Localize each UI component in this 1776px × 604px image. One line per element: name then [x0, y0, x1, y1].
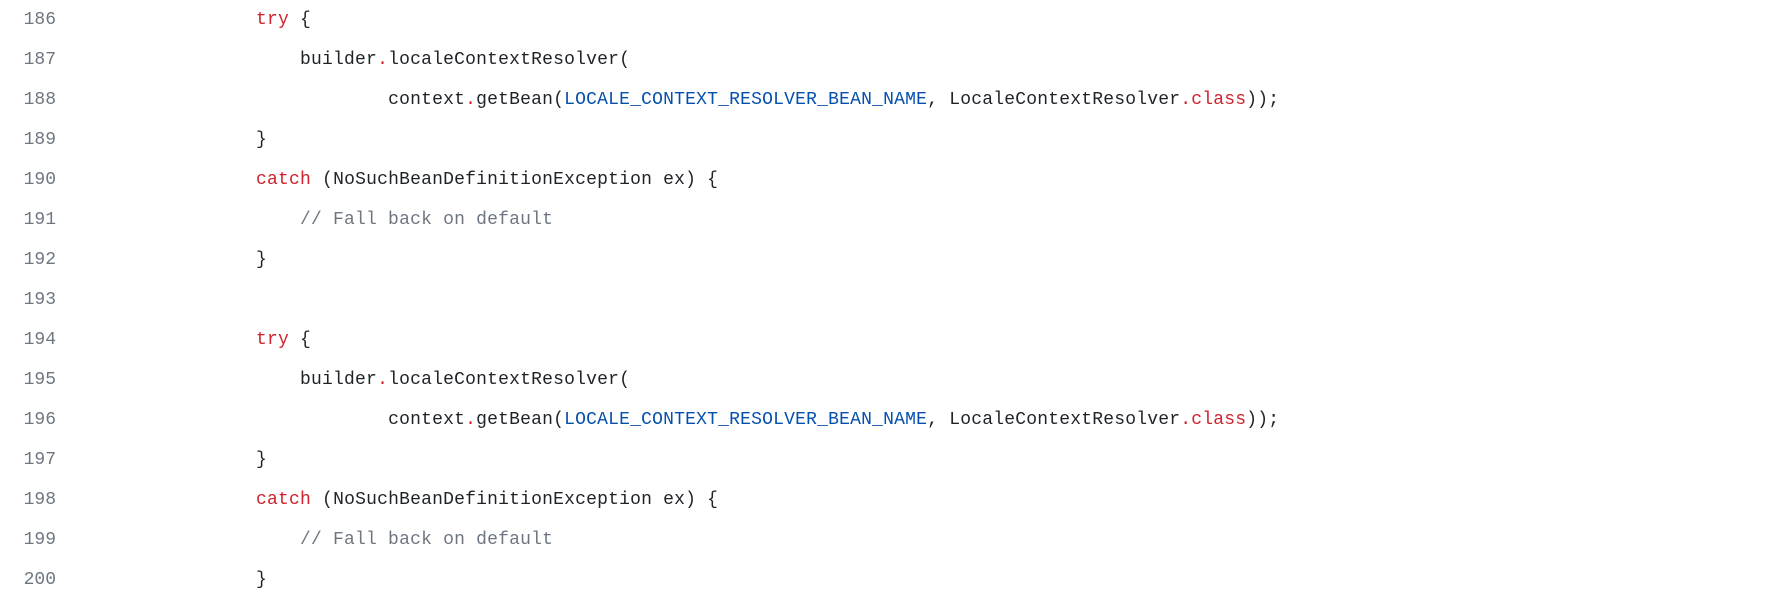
tok-cmt: // Fall back on default — [300, 210, 553, 230]
code-line[interactable]: // Fall back on default — [80, 200, 1776, 240]
tok-id: getBean — [476, 90, 553, 110]
tok-id: builder — [300, 370, 377, 390]
tok-pun: ( — [553, 410, 564, 430]
tok-pun: ( — [619, 370, 630, 390]
code-line[interactable]: } — [80, 560, 1776, 600]
line-number[interactable]: 192 — [0, 240, 80, 280]
tok-const: LOCALE_CONTEXT_RESOLVER_BEAN_NAME — [564, 90, 927, 110]
tok-pun: { — [289, 10, 311, 30]
tok-pun: )); — [1246, 90, 1279, 110]
tok-kw: class — [1191, 410, 1246, 430]
tok-pun: { — [289, 330, 311, 350]
tok-id: context — [388, 90, 465, 110]
tok-pun: ) { — [685, 490, 718, 510]
code-row[interactable]: 195 builder.localeContextResolver( — [0, 360, 1776, 400]
code-line[interactable]: try { — [80, 320, 1776, 360]
tok-id: NoSuchBeanDefinitionException ex — [333, 490, 685, 510]
tok-kw: try — [256, 10, 289, 30]
line-number[interactable]: 191 — [0, 200, 80, 240]
code-row[interactable]: 196 context.getBean(LOCALE_CONTEXT_RESOL… — [0, 400, 1776, 440]
code-line[interactable]: builder.localeContextResolver( — [80, 360, 1776, 400]
line-number[interactable]: 195 — [0, 360, 80, 400]
code-row[interactable]: 197 } — [0, 440, 1776, 480]
line-number[interactable]: 197 — [0, 440, 80, 480]
code-block: 186 try {187 builder.localeContextResolv… — [0, 0, 1776, 600]
code-line[interactable]: } — [80, 120, 1776, 160]
tok-id: getBean — [476, 410, 553, 430]
line-number[interactable]: 190 — [0, 160, 80, 200]
code-line[interactable]: builder.localeContextResolver( — [80, 40, 1776, 80]
tok-id: localeContextResolver — [388, 50, 619, 70]
tok-pun: } — [256, 570, 267, 590]
tok-pun: )); — [1246, 410, 1279, 430]
line-number[interactable]: 188 — [0, 80, 80, 120]
code-line[interactable]: context.getBean(LOCALE_CONTEXT_RESOLVER_… — [80, 400, 1776, 440]
tok-id: NoSuchBeanDefinitionException ex — [333, 170, 685, 190]
tok-const: LOCALE_CONTEXT_RESOLVER_BEAN_NAME — [564, 410, 927, 430]
tok-pun: , — [927, 410, 949, 430]
tok-pun: } — [256, 450, 267, 470]
tok-pun: ( — [311, 490, 333, 510]
tok-kw: catch — [256, 490, 311, 510]
code-line[interactable]: } — [80, 440, 1776, 480]
tok-pun: } — [256, 250, 267, 270]
tok-pun: , — [927, 90, 949, 110]
line-number[interactable]: 189 — [0, 120, 80, 160]
line-number[interactable]: 200 — [0, 560, 80, 600]
code-row[interactable]: 194 try { — [0, 320, 1776, 360]
tok-pun: } — [256, 130, 267, 150]
line-number[interactable]: 193 — [0, 280, 80, 320]
tok-dot: . — [1180, 90, 1191, 110]
tok-kw: try — [256, 330, 289, 350]
code-line[interactable] — [80, 280, 1776, 320]
tok-dot: . — [377, 50, 388, 70]
code-row[interactable]: 190 catch (NoSuchBeanDefinitionException… — [0, 160, 1776, 200]
code-line[interactable]: catch (NoSuchBeanDefinitionException ex)… — [80, 480, 1776, 520]
tok-pun: ( — [619, 50, 630, 70]
tok-pun: ( — [553, 90, 564, 110]
code-row[interactable]: 186 try { — [0, 0, 1776, 40]
line-number[interactable]: 187 — [0, 40, 80, 80]
code-row[interactable]: 200 } — [0, 560, 1776, 600]
tok-id: context — [388, 410, 465, 430]
tok-dot: . — [465, 410, 476, 430]
code-row[interactable]: 199 // Fall back on default — [0, 520, 1776, 560]
tok-cmt: // Fall back on default — [300, 530, 553, 550]
code-line[interactable]: context.getBean(LOCALE_CONTEXT_RESOLVER_… — [80, 80, 1776, 120]
line-number[interactable]: 199 — [0, 520, 80, 560]
tok-pun: ) { — [685, 170, 718, 190]
tok-dot: . — [465, 90, 476, 110]
code-line[interactable]: } — [80, 240, 1776, 280]
tok-id: LocaleContextResolver — [949, 410, 1180, 430]
code-line[interactable]: // Fall back on default — [80, 520, 1776, 560]
line-number[interactable]: 194 — [0, 320, 80, 360]
tok-kw: catch — [256, 170, 311, 190]
code-line[interactable]: try { — [80, 0, 1776, 40]
line-number[interactable]: 196 — [0, 400, 80, 440]
tok-dot: . — [377, 370, 388, 390]
code-row[interactable]: 188 context.getBean(LOCALE_CONTEXT_RESOL… — [0, 80, 1776, 120]
code-row[interactable]: 198 catch (NoSuchBeanDefinitionException… — [0, 480, 1776, 520]
code-row[interactable]: 191 // Fall back on default — [0, 200, 1776, 240]
code-row[interactable]: 187 builder.localeContextResolver( — [0, 40, 1776, 80]
tok-id: LocaleContextResolver — [949, 90, 1180, 110]
line-number[interactable]: 198 — [0, 480, 80, 520]
tok-id: builder — [300, 50, 377, 70]
code-row[interactable]: 189 } — [0, 120, 1776, 160]
tok-pun: ( — [311, 170, 333, 190]
code-row[interactable]: 193 — [0, 280, 1776, 320]
line-number[interactable]: 186 — [0, 0, 80, 40]
tok-id: localeContextResolver — [388, 370, 619, 390]
tok-kw: class — [1191, 90, 1246, 110]
code-row[interactable]: 192 } — [0, 240, 1776, 280]
tok-dot: . — [1180, 410, 1191, 430]
code-line[interactable]: catch (NoSuchBeanDefinitionException ex)… — [80, 160, 1776, 200]
